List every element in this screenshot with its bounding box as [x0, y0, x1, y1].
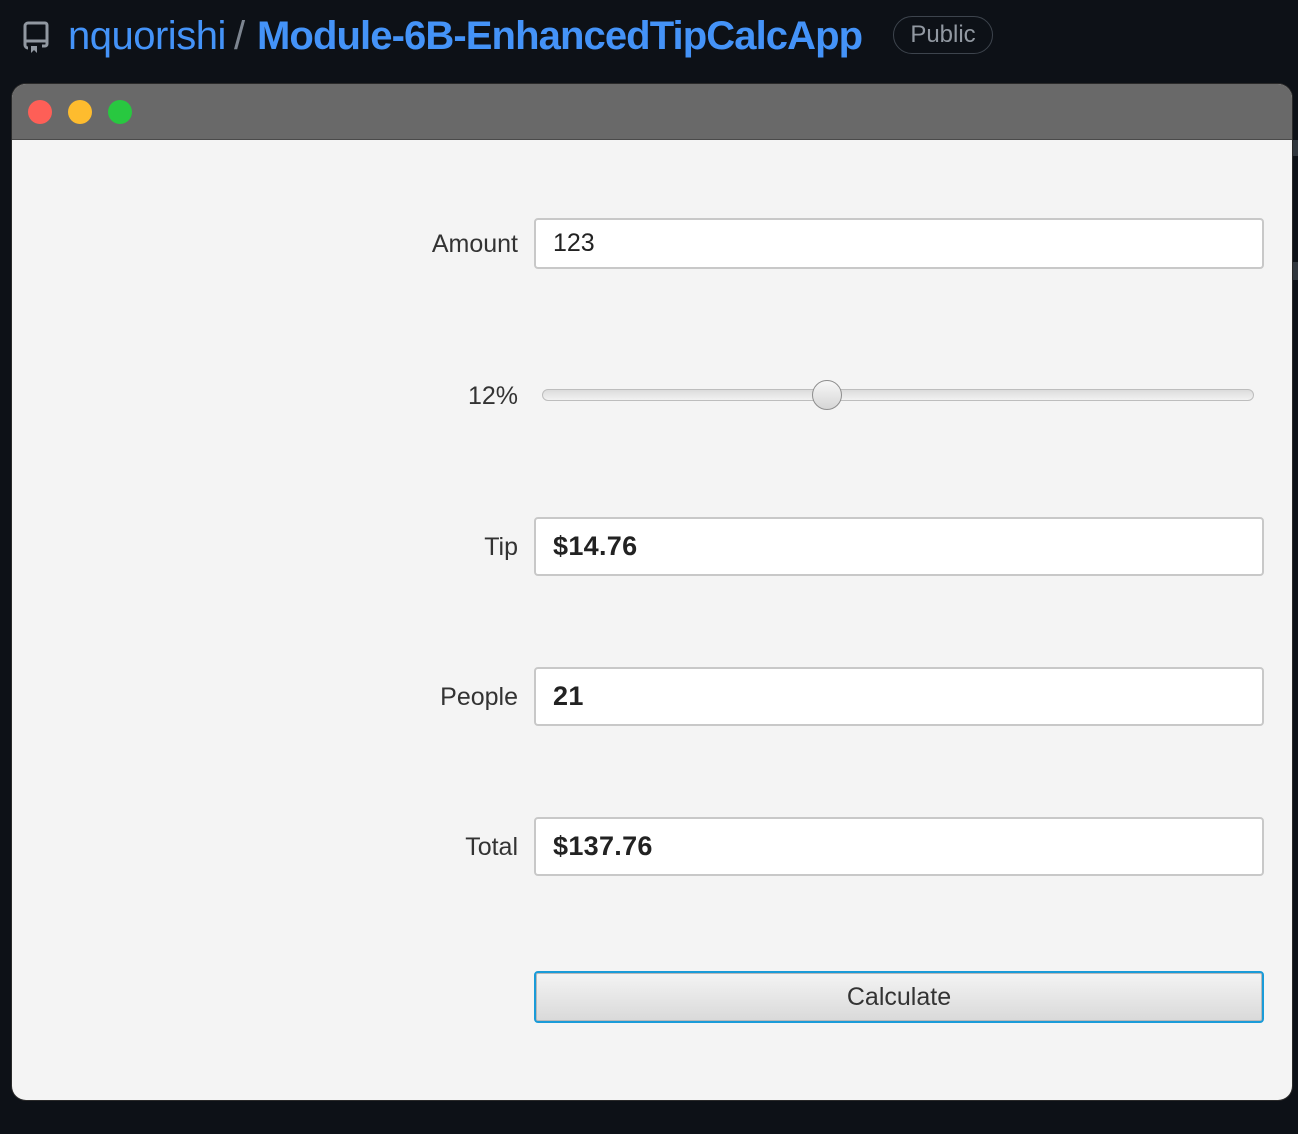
tip-calculator-window: Amount 123 12% Tip $14.76 People 21 Tota…: [12, 84, 1292, 1100]
repo-owner-link[interactable]: nquorishi: [68, 12, 226, 60]
amount-label: Amount: [431, 230, 518, 258]
total-field[interactable]: $137.76: [534, 817, 1264, 876]
tip-label: Tip: [484, 533, 518, 561]
people-field[interactable]: 21: [534, 667, 1264, 726]
slider-thumb[interactable]: [812, 380, 842, 410]
repo-icon: [23, 21, 49, 53]
github-repo-header: nquorishi / Module-6B-EnhancedTipCalcApp…: [0, 0, 1298, 80]
amount-input[interactable]: 123: [534, 218, 1264, 269]
visibility-badge: Public: [893, 16, 993, 54]
tip-amount-field[interactable]: $14.76: [534, 517, 1264, 576]
zoom-window-button[interactable]: [108, 100, 132, 124]
path-separator: /: [234, 14, 246, 58]
window-titlebar[interactable]: [12, 84, 1292, 140]
background-edge-mark: [1292, 262, 1298, 280]
people-label: People: [440, 683, 518, 711]
calculate-button[interactable]: Calculate: [534, 971, 1264, 1023]
background-edge-mark: [1292, 140, 1298, 156]
close-window-button[interactable]: [28, 100, 52, 124]
total-label: Total: [465, 833, 518, 861]
tip-percent-label: 12%: [467, 382, 518, 410]
repo-name-link[interactable]: Module-6B-EnhancedTipCalcApp: [257, 12, 863, 60]
tip-percent-slider[interactable]: [542, 380, 1254, 410]
minimize-window-button[interactable]: [68, 100, 92, 124]
